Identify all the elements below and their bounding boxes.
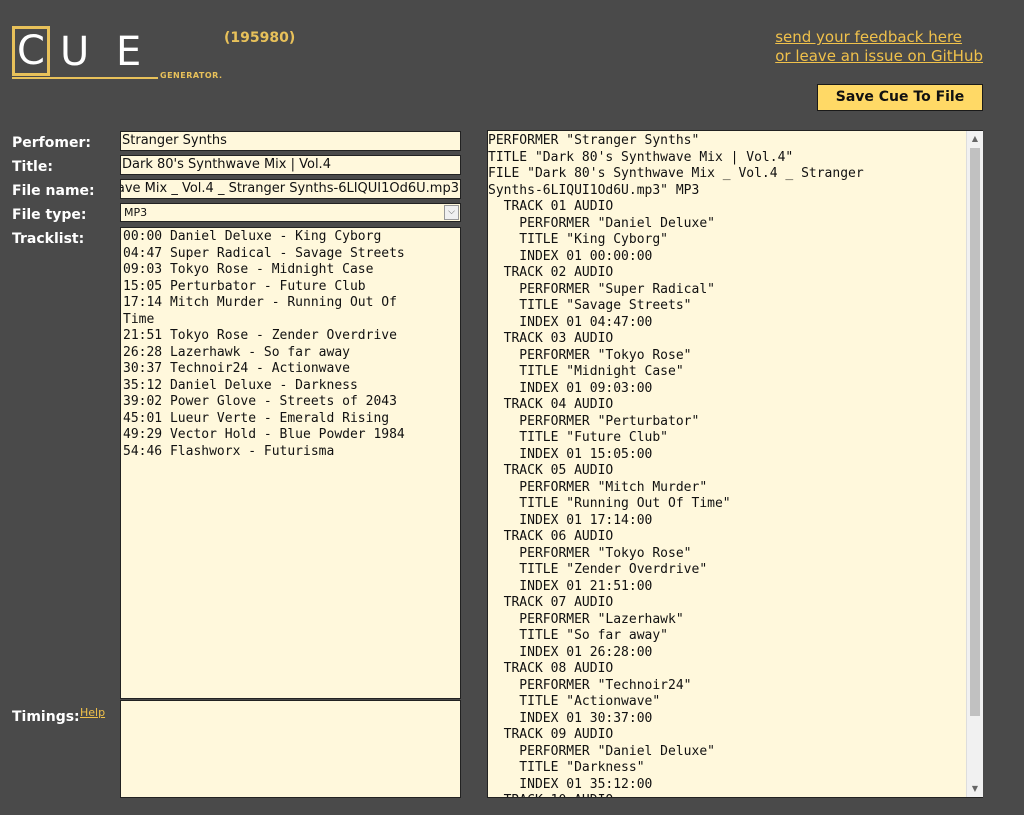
- cue-output-line: PERFORMER "Daniel Deluxe": [488, 215, 715, 231]
- cue-output-line: TRACK 09 AUDIO: [488, 727, 614, 742]
- logo-underline: [12, 77, 158, 79]
- header-links: send your feedback here or leave an issu…: [775, 28, 983, 66]
- cue-output-line: INDEX 01 09:03:00: [488, 380, 653, 396]
- cue-output-line: TITLE "So far away": [488, 628, 669, 643]
- cue-output-line: TRACK 10 AUDIO: [488, 793, 964, 797]
- logo-letter: U: [60, 29, 90, 75]
- tracklist-line: 17:14 Mitch Murder - Running Out Of: [123, 295, 397, 310]
- cue-output-line: INDEX 01 26:28:00: [488, 644, 653, 660]
- filetype-select[interactable]: MP3 ⌵: [120, 203, 461, 222]
- tracklist-line: 54:46 Flashworx - Futurisma: [123, 443, 335, 459]
- tracklist-line: 04:47 Super Radical - Savage Streets: [123, 245, 405, 261]
- cue-output-line: INDEX 01 21:51:00: [488, 578, 653, 594]
- cue-output-line: TITLE "Midnight Case": [488, 364, 684, 379]
- timings-help-link[interactable]: Help: [80, 706, 105, 719]
- chevron-down-icon[interactable]: ⌵: [444, 205, 459, 220]
- github-issue-link[interactable]: or leave an issue on GitHub: [775, 47, 983, 66]
- cue-output-line: INDEX 01 00:00:00: [488, 248, 653, 264]
- cue-output-line: PERFORMER "Technoir24": [488, 677, 692, 693]
- output-scrollbar[interactable]: ▲ ▼: [966, 131, 983, 797]
- scroll-down-icon[interactable]: ▼: [967, 781, 983, 797]
- tracklist-line: 30:37 Technoir24 - Actionwave: [123, 361, 350, 376]
- cue-output-line: TITLE "Darkness": [488, 760, 645, 775]
- cue-output-line: TITLE "Actionwave": [488, 694, 661, 709]
- cue-output-line: INDEX 01 35:12:00: [488, 776, 653, 792]
- cue-output-line: PERFORMER "Super Radical": [488, 281, 715, 297]
- logo-letter: E: [116, 29, 142, 75]
- cue-output-line: TRACK 04 AUDIO: [488, 397, 614, 412]
- cue-output-line: FILE "Dark 80's Synthwave Mix _ Vol.4 _ …: [488, 166, 864, 181]
- tracklist-textarea[interactable]: 00:00 Daniel Deluxe - King Cyborg 04:47 S…: [120, 227, 461, 699]
- tracklist-line: 26:28 Lazerhawk - So far away: [123, 344, 350, 360]
- tracklist-line: 45:01 Lueur Verte - Emerald Rising: [123, 410, 390, 426]
- cue-output-line: TITLE "King Cyborg": [488, 232, 669, 247]
- cue-output-line: Synths-6LIQUI1Od6U.mp3" MP3: [488, 182, 700, 198]
- cue-output-line: TRACK 08 AUDIO: [488, 661, 614, 676]
- cue-output-line: PERFORMER "Lazerhawk": [488, 611, 684, 627]
- cue-output-line: TITLE "Savage Streets": [488, 298, 692, 313]
- cue-output-line: INDEX 01 15:05:00: [488, 446, 653, 462]
- performer-input[interactable]: Stranger Synths: [120, 131, 461, 151]
- cue-output-line: PERFORMER "Perturbator": [488, 413, 700, 429]
- filetype-value: MP3: [124, 206, 148, 219]
- tracklist-line: 09:03 Tokyo Rose - Midnight Case: [123, 262, 374, 277]
- cue-output-line: TRACK 07 AUDIO: [488, 595, 614, 610]
- timings-label: Timings:: [12, 709, 80, 725]
- performer-label: Perfomer:: [12, 135, 91, 151]
- cue-output-line: TRACK 05 AUDIO: [488, 463, 614, 478]
- logo-subtitle: GENERATOR.: [160, 71, 223, 80]
- cue-output-line: PERFORMER "Daniel Deluxe": [488, 743, 715, 759]
- tracklist-line: 35:12 Daniel Deluxe - Darkness: [123, 377, 358, 393]
- tracklist-label: Tracklist:: [12, 231, 85, 247]
- title-label: Title:: [12, 159, 53, 175]
- tracklist-line: Time: [123, 311, 155, 327]
- filename-label: File name:: [12, 183, 95, 199]
- cue-output-line: INDEX 01 04:47:00: [488, 314, 653, 330]
- cue-output-line: PERFORMER "Tokyo Rose": [488, 347, 692, 363]
- cue-output-line: INDEX 01 17:14:00: [488, 512, 653, 528]
- cue-output-line: PERFORMER "Tokyo Rose": [488, 545, 692, 561]
- tracklist-line: 21:51 Tokyo Rose - Zender Overdrive: [123, 328, 397, 343]
- tracklist-line: 15:05 Perturbator - Future Club: [123, 278, 366, 294]
- tracklist-line: 39:02 Power Glove - Streets of 2043: [123, 394, 397, 409]
- cue-output-line: TRACK 06 AUDIO: [488, 529, 614, 544]
- cue-generator-logo: C U E GENERATOR.: [12, 24, 224, 84]
- scrollbar-thumb[interactable]: [970, 148, 980, 716]
- feedback-link[interactable]: send your feedback here: [775, 28, 983, 47]
- usage-counter: (195980): [224, 30, 296, 46]
- scroll-up-icon[interactable]: ▲: [967, 131, 983, 147]
- tracklist-line: 00:00 Daniel Deluxe - King Cyborg: [123, 229, 382, 244]
- filename-input[interactable]: Dark 80's Synthwave Mix _ Vol.4 _ Strang…: [120, 179, 461, 199]
- save-cue-button[interactable]: Save Cue To File: [817, 84, 983, 111]
- cue-output-line: PERFORMER "Mitch Murder": [488, 479, 708, 495]
- title-input[interactable]: Dark 80's Synthwave Mix | Vol.4: [120, 155, 461, 175]
- cue-output-line: INDEX 01 30:37:00: [488, 710, 653, 726]
- filename-value: Dark 80's Synthwave Mix _ Vol.4 _ Strang…: [121, 181, 459, 196]
- cue-output-line: TITLE "Zender Overdrive": [488, 562, 708, 577]
- cue-output-line: TRACK 02 AUDIO: [488, 265, 614, 280]
- cue-output-line: TITLE "Future Club": [488, 430, 669, 445]
- timings-textarea[interactable]: [120, 700, 461, 798]
- cue-output-line: TITLE "Running Out Of Time": [488, 496, 731, 511]
- tracklist-line: 49:29 Vector Hold - Blue Powder 1984: [123, 427, 405, 442]
- logo-letter-box: C: [12, 26, 50, 76]
- cue-output-line: PERFORMER "Stranger Synths": [488, 133, 700, 148]
- cue-output-textarea[interactable]: read-only PERFORMER "Stranger Synths"TIT…: [487, 130, 983, 798]
- cue-output-line: TRACK 03 AUDIO: [488, 331, 614, 346]
- cue-output-line: TITLE "Dark 80's Synthwave Mix | Vol.4": [488, 149, 794, 165]
- filetype-label: File type:: [12, 207, 87, 223]
- cue-output-line: TRACK 01 AUDIO: [488, 199, 614, 214]
